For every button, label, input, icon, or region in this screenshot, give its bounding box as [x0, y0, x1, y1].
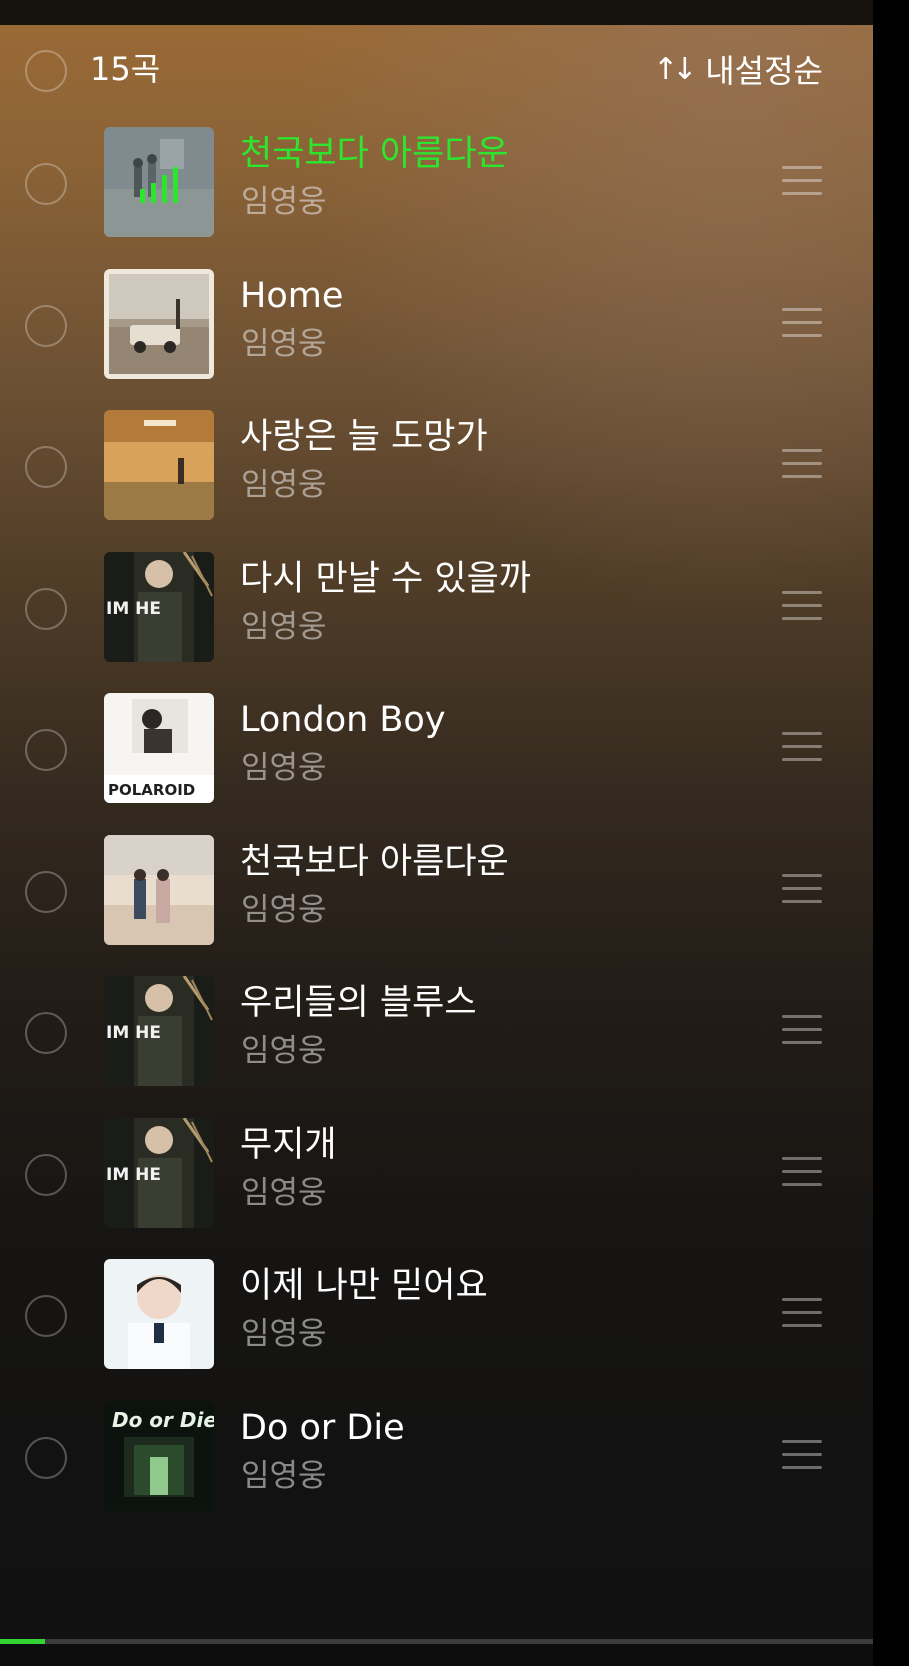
track-row[interactable]: Do or Die Do or Die 임영웅	[0, 1384, 873, 1534]
drag-handle-icon[interactable]	[782, 1298, 824, 1332]
track-title: 천국보다 아름다운	[240, 841, 509, 882]
album-cover: POLAROID	[104, 693, 214, 803]
track-title: 우리들의 블루스	[240, 983, 477, 1023]
track-artist: 임영웅	[241, 325, 327, 362]
track-title: 천국보다 아름다운	[240, 134, 509, 174]
track-title: Do or Die	[240, 1407, 405, 1448]
track-checkbox[interactable]	[25, 163, 67, 205]
track-artist: 임영웅	[241, 1316, 327, 1352]
drag-handle-icon[interactable]	[782, 1156, 824, 1191]
track-count: 15곡	[90, 50, 161, 88]
track-row[interactable]: IM HE 다시 만날 수 있을까임영웅	[0, 535, 873, 685]
track-checkbox[interactable]	[25, 729, 67, 771]
track-checkbox[interactable]	[25, 304, 67, 347]
album-cover	[104, 410, 214, 520]
playlist-screen: 15곡 ↑↓ 내설정순 천국보다 아름다운 임영웅 Home 임영웅 사랑은 늘…	[0, 0, 909, 1666]
album-cover	[104, 268, 214, 379]
track-row[interactable]: 천국보다 아름다운임영웅	[0, 110, 873, 260]
album-cover: IM HE	[104, 551, 214, 662]
track-title: 무지개	[240, 1124, 337, 1165]
track-title: 이제 나만 믿어요	[240, 1266, 488, 1306]
track-artist: 임영웅	[241, 1457, 327, 1494]
now-playing-equalizer-icon	[138, 165, 184, 205]
svg-text:IM HE: IM HE	[106, 1165, 161, 1185]
track-artist: 임영웅	[241, 1033, 327, 1069]
track-title: London Boy	[240, 700, 446, 740]
track-checkbox[interactable]	[25, 870, 67, 913]
track-title: Home	[240, 275, 344, 316]
side-edge	[873, 0, 909, 1666]
track-artist: 임영웅	[241, 750, 327, 786]
sort-label: 내설정순	[705, 52, 823, 90]
track-artist: 임영웅	[241, 467, 327, 503]
drag-handle-icon[interactable]	[782, 1439, 824, 1474]
track-checkbox[interactable]	[25, 1012, 67, 1054]
album-cover	[104, 1259, 214, 1369]
track-row[interactable]: IM HE 무지개임영웅	[0, 1101, 873, 1251]
track-checkbox[interactable]	[25, 1436, 67, 1479]
playback-progress-fill	[0, 1639, 46, 1644]
album-cover	[104, 834, 214, 945]
drag-handle-icon[interactable]	[782, 873, 824, 908]
track-artist: 임영웅	[241, 1174, 327, 1211]
drag-handle-icon[interactable]	[782, 307, 824, 342]
sort-arrows-icon: ↑↓	[652, 51, 697, 87]
drag-handle-icon[interactable]	[782, 449, 824, 483]
track-row[interactable]: 이제 나만 믿어요임영웅	[0, 1242, 873, 1392]
album-cover: IM HE	[104, 1117, 214, 1228]
track-artist: 임영웅	[241, 891, 327, 928]
status-bar-strip	[0, 0, 873, 25]
sort-button[interactable]: ↑↓ 내설정순	[653, 47, 823, 91]
track-checkbox[interactable]	[25, 587, 67, 630]
track-artist: 임영웅	[241, 608, 327, 645]
playback-progress-bar[interactable]	[0, 1639, 873, 1644]
drag-handle-icon[interactable]	[782, 590, 824, 625]
select-all-checkbox[interactable]	[25, 50, 67, 92]
album-cover	[104, 127, 214, 237]
track-title: 사랑은 늘 도망가	[240, 417, 488, 457]
track-row[interactable]: 천국보다 아름다운임영웅	[0, 818, 873, 968]
svg-text:Do or Die: Do or Die	[112, 1408, 214, 1432]
track-row[interactable]: 사랑은 늘 도망가임영웅	[0, 393, 873, 543]
drag-handle-icon[interactable]	[782, 1015, 824, 1049]
drag-handle-icon[interactable]	[782, 732, 824, 766]
svg-text:IM HE: IM HE	[106, 599, 161, 619]
track-row[interactable]: IM HE 우리들의 블루스임영웅	[0, 959, 873, 1109]
track-row[interactable]: POLAROID London Boy 임영웅	[0, 676, 873, 826]
track-checkbox[interactable]	[25, 1153, 67, 1196]
track-checkbox[interactable]	[25, 1295, 67, 1337]
track-title: 다시 만날 수 있을까	[240, 558, 531, 599]
svg-text:POLAROID: POLAROID	[108, 781, 195, 799]
drag-handle-icon[interactable]	[782, 166, 824, 200]
track-row[interactable]: Home 임영웅	[0, 252, 873, 402]
album-cover: IM HE	[104, 976, 214, 1086]
album-cover: Do or Die	[104, 1400, 214, 1511]
track-checkbox[interactable]	[25, 446, 67, 488]
track-artist: 임영웅	[241, 184, 327, 220]
svg-text:IM HE: IM HE	[106, 1023, 161, 1043]
